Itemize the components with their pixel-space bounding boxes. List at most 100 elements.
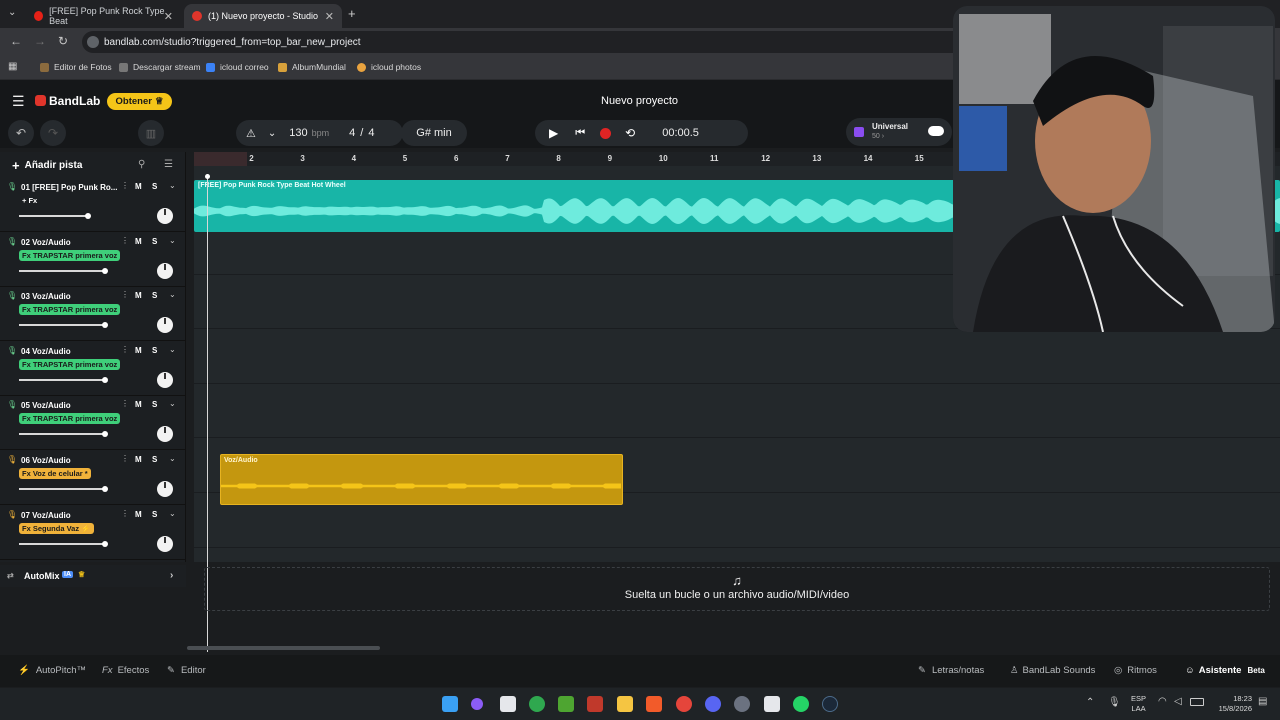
track-header[interactable]: 🎙 04 Voz/Audio ⋮ M S ⌄ Fx TRAPSTAR primera voz: [0, 342, 186, 396]
minecraft-icon[interactable]: [558, 696, 574, 712]
mute-button[interactable]: M: [135, 346, 142, 355]
undo-icon[interactable]: ↶: [8, 120, 34, 146]
volume-slider[interactable]: [19, 540, 108, 547]
wifi-icon[interactable]: ◠: [1158, 696, 1167, 707]
volume-thumb[interactable]: [102, 431, 108, 438]
loop-icon[interactable]: ⟲: [625, 126, 635, 140]
vocal-audio-clip[interactable]: Voz/Audio: [220, 454, 623, 505]
reload-icon[interactable]: ↻: [58, 34, 68, 48]
track-name[interactable]: 06 Voz/Audio: [21, 456, 71, 465]
site-info-icon[interactable]: [87, 36, 99, 48]
playhead-handle[interactable]: [205, 174, 210, 179]
solo-button[interactable]: S: [152, 510, 157, 519]
pan-knob[interactable]: [157, 208, 173, 224]
chevron-down-icon[interactable]: ⌄: [169, 345, 176, 354]
time-signature-denominator[interactable]: 4: [368, 127, 374, 139]
track-header[interactable]: 🎙 07 Voz/Audio ⋮ M S ⌄ Fx Segunda Vaz ⚡: [0, 506, 186, 560]
autopitch-button[interactable]: ⚡ AutoPitch™: [18, 665, 86, 676]
track-header[interactable]: 🎙 03 Voz/Audio ⋮ M S ⌄ Fx TRAPSTAR primera voz: [0, 287, 186, 342]
pan-knob[interactable]: [157, 426, 173, 443]
pan-knob[interactable]: [157, 317, 173, 334]
track-fx-badge[interactable]: + Fx: [19, 195, 40, 206]
bookmark-item[interactable]: icloud correo: [206, 62, 269, 72]
volume-icon[interactable]: ◁: [1174, 696, 1182, 707]
bookmark-item[interactable]: icloud photos: [357, 62, 421, 72]
more-options-icon[interactable]: ⋮: [121, 345, 129, 354]
project-title[interactable]: Nuevo proyecto: [601, 95, 678, 107]
bookmark-item[interactable]: AlbumMundial: [278, 62, 346, 72]
track-name[interactable]: 07 Voz/Audio: [21, 511, 71, 520]
drop-zone[interactable]: ♫ Suelta un bucle o un archivo audio/MID…: [204, 567, 1270, 611]
track-fx-badge[interactable]: Fx TRAPSTAR primera voz: [19, 358, 121, 370]
track-header[interactable]: 🎙 02 Voz/Audio ⋮ M S ⌄ Fx TRAPSTAR primera voz: [0, 233, 186, 287]
mute-button[interactable]: M: [135, 455, 142, 464]
store-icon[interactable]: [500, 696, 516, 712]
track-header[interactable]: 🎙 06 Voz/Audio ⋮ M S ⌄ Fx Voz de celular *: [0, 451, 186, 505]
track-name[interactable]: 01 [FREE] Pop Punk Ro...: [21, 183, 117, 192]
chevron-down-icon[interactable]: ⌄: [169, 181, 176, 190]
mute-button[interactable]: M: [135, 400, 142, 409]
wand-icon[interactable]: ⚲: [138, 159, 145, 170]
mixer-icon[interactable]: ▥: [138, 120, 164, 146]
effects-button[interactable]: Fx Efectos: [102, 665, 149, 676]
volume-slider[interactable]: [19, 267, 108, 274]
editor-button[interactable]: ✎ Editor: [167, 665, 206, 676]
battery-icon[interactable]: [1190, 698, 1204, 706]
solo-button[interactable]: S: [152, 455, 157, 464]
xbox-icon[interactable]: [529, 696, 545, 712]
menu-icon[interactable]: ☰: [12, 93, 25, 110]
chevron-down-icon[interactable]: ⌄: [169, 236, 176, 245]
app-icon[interactable]: [587, 696, 603, 712]
microphone-icon[interactable]: 🎙: [7, 400, 17, 409]
pan-knob[interactable]: [157, 481, 173, 497]
track-name[interactable]: 04 Voz/Audio: [21, 347, 71, 356]
more-options-icon[interactable]: ⋮: [121, 236, 129, 245]
settings-icon[interactable]: [734, 696, 750, 712]
track-fx-badge[interactable]: Fx TRAPSTAR primera voz: [19, 304, 121, 316]
microphone-icon[interactable]: 🎙: [7, 237, 17, 246]
volume-thumb[interactable]: [85, 213, 91, 219]
folder-icon[interactable]: [617, 696, 633, 712]
volume-thumb[interactable]: [102, 267, 108, 274]
bookmark-item[interactable]: Editor de Fotos: [40, 62, 112, 72]
pan-knob[interactable]: [157, 262, 173, 279]
discord-icon[interactable]: [705, 696, 721, 712]
volume-thumb[interactable]: [102, 322, 108, 329]
track-name[interactable]: 05 Voz/Audio: [21, 401, 71, 410]
chevron-down-icon[interactable]: ⌄: [169, 509, 176, 518]
more-options-icon[interactable]: ⋮: [121, 290, 129, 299]
chevron-down-icon[interactable]: ⌄: [169, 290, 176, 299]
track-lane[interactable]: [194, 330, 1280, 384]
mute-button[interactable]: M: [135, 510, 142, 519]
track-fx-badge[interactable]: Fx TRAPSTAR primera voz: [19, 249, 121, 261]
mute-button[interactable]: M: [135, 237, 142, 246]
volume-slider[interactable]: [19, 486, 108, 492]
microphone-icon[interactable]: 🎙: [7, 291, 17, 300]
track-settings-icon[interactable]: ☰: [164, 159, 173, 170]
track-header[interactable]: 🎙 05 Voz/Audio ⋮ M S ⌄ Fx TRAPSTAR primera voz: [0, 396, 186, 451]
microphone-icon[interactable]: 🎙: [7, 182, 17, 191]
volume-slider[interactable]: [19, 431, 108, 438]
track-fx-badge[interactable]: Fx TRAPSTAR primera voz: [19, 413, 121, 425]
chevron-right-icon[interactable]: ›: [170, 570, 173, 581]
tab-bandlab[interactable]: (1) Nuevo proyecto - Studio ✕: [184, 4, 342, 28]
brave-icon[interactable]: [646, 696, 662, 712]
microphone-icon[interactable]: 🎙: [7, 455, 17, 464]
brand-name[interactable]: BandLab: [49, 94, 100, 108]
bpm-value[interactable]: 130: [289, 127, 307, 139]
forward-icon[interactable]: →: [34, 34, 46, 48]
record-icon[interactable]: [600, 127, 612, 139]
notification-icon[interactable]: ▤: [1258, 696, 1267, 707]
mute-button[interactable]: M: [135, 291, 142, 300]
volume-slider[interactable]: [19, 376, 108, 383]
assistant-button[interactable]: ☺ Asistente Beta: [1185, 665, 1265, 676]
more-options-icon[interactable]: ⋮: [121, 454, 129, 463]
track-name[interactable]: 03 Voz/Audio: [21, 292, 71, 301]
volume-thumb[interactable]: [102, 486, 108, 492]
track-name[interactable]: 02 Voz/Audio: [21, 238, 71, 247]
play-icon[interactable]: ▶: [549, 126, 558, 140]
more-options-icon[interactable]: ⋮: [121, 399, 129, 408]
chevron-down-icon[interactable]: ⌄: [169, 399, 176, 408]
back-icon[interactable]: ←: [10, 34, 22, 48]
microphone-icon[interactable]: 🎙: [7, 346, 17, 355]
